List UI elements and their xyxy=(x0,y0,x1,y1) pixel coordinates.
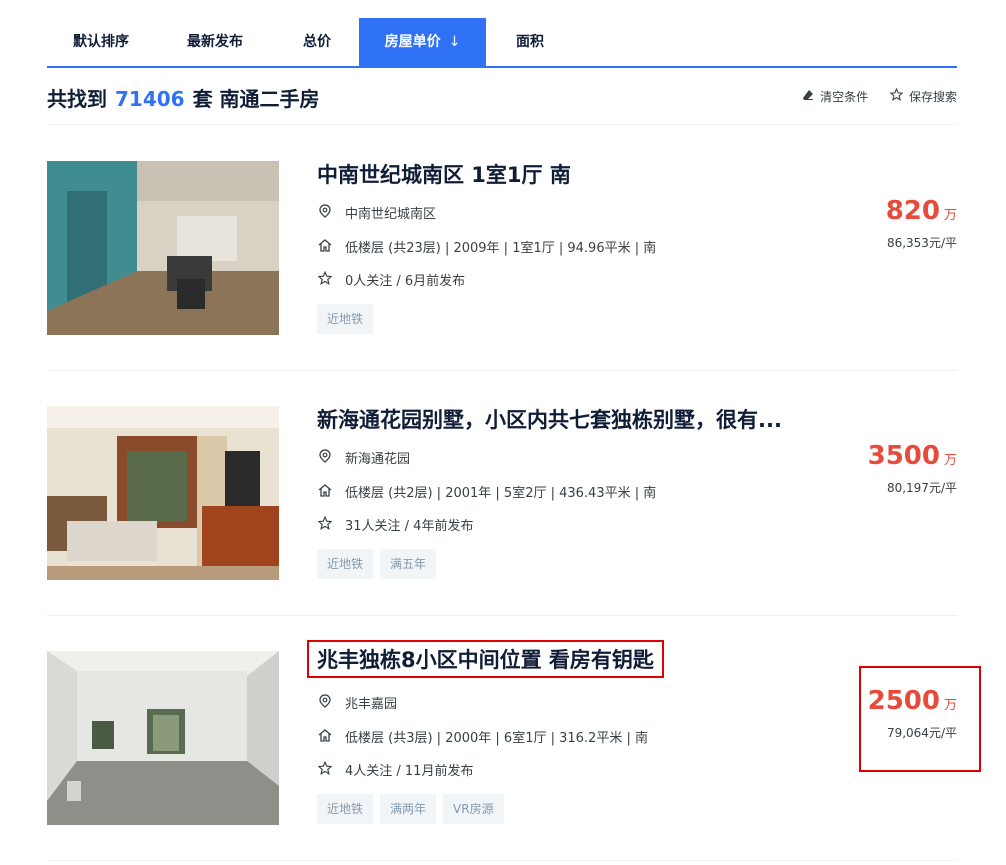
tag-list: 近地铁 xyxy=(317,304,380,334)
total-price-unit: 万 xyxy=(943,698,957,713)
house-info-row: 低楼层 (共3层) | 2000年 | 6室1厅 | 316.2平米 | 南 xyxy=(317,727,648,746)
follow-info-row: 4人关注 / 11月前发布 xyxy=(317,760,473,779)
total-price: 820 万 xyxy=(837,196,957,226)
price-block: 2500 万 79,064元/平 xyxy=(859,666,981,772)
house-info-row: 低楼层 (共23层) | 2009年 | 1室1厅 | 94.96平米 | 南 xyxy=(317,237,656,256)
tag: 满两年 xyxy=(380,794,437,824)
listing-photo[interactable] xyxy=(47,161,279,335)
house-icon xyxy=(317,239,333,256)
location-pin-icon xyxy=(317,204,333,222)
community-link[interactable]: 兆丰嘉园 xyxy=(345,697,397,712)
unit-price: 86,353元/平 xyxy=(886,236,957,250)
tag: VR房源 xyxy=(443,794,504,824)
search-actions: 清空条件 保存搜索 xyxy=(784,87,957,105)
house-info: 低楼层 (共2层) | 2001年 | 5室2厅 | 436.43平米 | 南 xyxy=(345,486,657,501)
follow-info: 0人关注 / 6月前发布 xyxy=(345,274,466,289)
community-row: 中南世纪城南区 xyxy=(317,203,436,222)
unit-price: 80,197元/平 xyxy=(886,481,957,495)
clear-filters-button[interactable]: 清空条件 xyxy=(802,88,868,105)
price-block: 820 万 86,353元/平 xyxy=(837,196,957,251)
star-icon xyxy=(317,760,333,779)
total-price-value: 2500 xyxy=(867,686,940,716)
star-icon xyxy=(889,87,904,105)
star-icon xyxy=(317,515,333,534)
result-count: 71406 xyxy=(115,87,185,111)
price-block: 3500 万 80,197元/平 xyxy=(837,441,957,496)
sort-tabs: 默认排序 最新发布 总价 房屋单价 ↓ 面积 xyxy=(47,18,957,68)
community-link[interactable]: 新海通花园 xyxy=(345,452,410,467)
listing-title[interactable]: 兆丰独栋8小区中间位置 看房有钥匙 xyxy=(307,640,664,678)
tag: 近地铁 xyxy=(317,304,374,334)
tab-label: 总价 xyxy=(303,34,331,50)
house-info-row: 低楼层 (共2层) | 2001年 | 5室2厅 | 436.43平米 | 南 xyxy=(317,482,656,501)
location-pin-icon xyxy=(317,694,333,712)
location-pin-icon xyxy=(317,449,333,467)
tab-label: 默认排序 xyxy=(73,34,129,50)
eraser-icon xyxy=(802,89,814,105)
tab-latest[interactable]: 最新发布 xyxy=(155,18,275,66)
follow-info: 31人关注 / 4年前发布 xyxy=(345,519,474,534)
listing-title[interactable]: 新海通花园别墅，小区内共七套独栋别墅，很有... xyxy=(317,404,782,434)
sort-down-arrow-icon: ↓ xyxy=(448,34,461,50)
total-price: 3500 万 xyxy=(837,441,957,471)
save-search-button[interactable]: 保存搜索 xyxy=(889,87,957,105)
listing-title[interactable]: 中南世纪城南区 1室1厅 南 xyxy=(317,159,571,189)
total-price-unit: 万 xyxy=(943,208,957,223)
total-price-value: 820 xyxy=(885,196,940,226)
house-icon xyxy=(317,729,333,746)
listing-item: 兆丰独栋8小区中间位置 看房有钥匙 兆丰嘉园 低楼层 (共3层) | 2000年… xyxy=(47,616,981,861)
save-search-label: 保存搜索 xyxy=(908,90,957,104)
clear-filters-label: 清空条件 xyxy=(820,90,869,104)
tab-label: 房屋单价 xyxy=(384,34,441,50)
listing-photo[interactable] xyxy=(47,651,279,825)
house-icon xyxy=(317,484,333,501)
tag-list: 近地铁 满五年 xyxy=(317,549,443,579)
tab-default-sort[interactable]: 默认排序 xyxy=(47,18,155,66)
listing-photo[interactable] xyxy=(47,406,279,580)
house-info: 低楼层 (共23层) | 2009年 | 1室1厅 | 94.96平米 | 南 xyxy=(345,241,657,256)
community-link[interactable]: 中南世纪城南区 xyxy=(345,207,436,222)
community-row: 兆丰嘉园 xyxy=(317,693,397,712)
follow-info-row: 31人关注 / 4年前发布 xyxy=(317,515,473,534)
listing-item: 中南世纪城南区 1室1厅 南 中南世纪城南区 低楼层 (共23层) | 2009… xyxy=(47,126,957,371)
tag: 近地铁 xyxy=(317,549,374,579)
total-price-unit: 万 xyxy=(943,453,957,468)
summary-prefix: 共找到 xyxy=(47,87,107,111)
listing-item: 新海通花园别墅，小区内共七套独栋别墅，很有... 新海通花园 低楼层 (共2层)… xyxy=(47,371,957,616)
result-summary: 共找到 71406 套 南通二手房 清空条件 保存搜索 xyxy=(47,81,957,125)
follow-info: 4人关注 / 11月前发布 xyxy=(345,764,474,779)
tab-total-price[interactable]: 总价 xyxy=(275,18,359,66)
result-count-title: 共找到 71406 套 南通二手房 xyxy=(47,83,320,112)
follow-info-row: 0人关注 / 6月前发布 xyxy=(317,270,465,289)
unit-price: 79,064元/平 xyxy=(886,726,957,740)
total-price: 2500 万 xyxy=(861,686,957,716)
tag-list: 近地铁 满两年 VR房源 xyxy=(317,794,511,824)
tab-label: 面积 xyxy=(516,34,544,50)
tab-unit-price[interactable]: 房屋单价 ↓ xyxy=(359,18,486,66)
house-info: 低楼层 (共3层) | 2000年 | 6室1厅 | 316.2平米 | 南 xyxy=(345,731,648,746)
star-icon xyxy=(317,270,333,289)
community-row: 新海通花园 xyxy=(317,448,410,467)
total-price-value: 3500 xyxy=(867,441,940,471)
tab-label: 最新发布 xyxy=(187,34,243,50)
tag: 满五年 xyxy=(380,549,437,579)
tag: 近地铁 xyxy=(317,794,374,824)
summary-suffix: 套 南通二手房 xyxy=(192,87,320,111)
tab-area[interactable]: 面积 xyxy=(486,18,574,66)
